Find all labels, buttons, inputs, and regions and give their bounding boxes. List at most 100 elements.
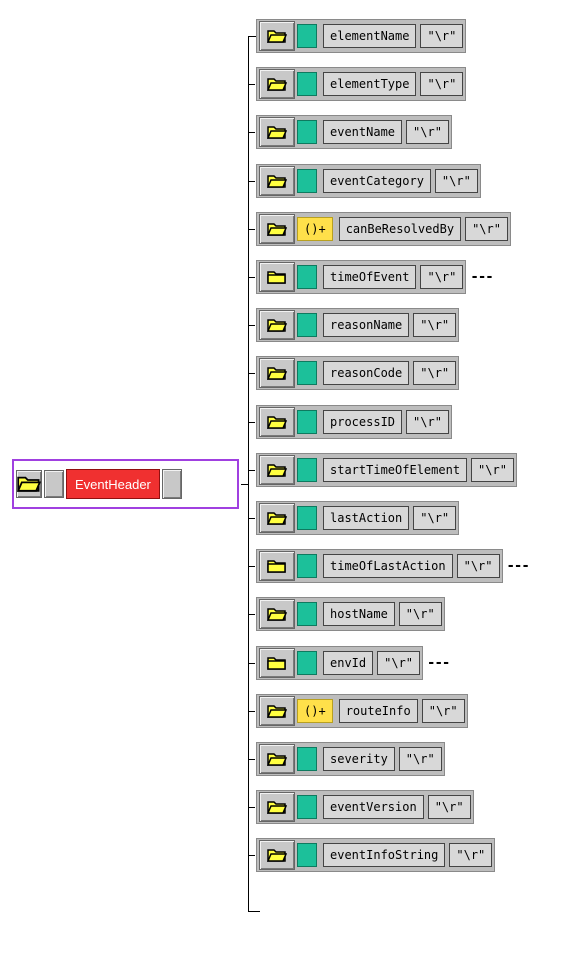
child-connector-line <box>249 422 255 423</box>
child-node-canberesolvedby[interactable]: ()+ canBeResolvedBy "\r" <box>256 212 511 246</box>
element-name-label[interactable]: severity <box>323 747 395 771</box>
child-node-eventcategory[interactable]: eventCategory "\r" <box>256 164 481 198</box>
element-value-label[interactable]: "\r" <box>471 458 514 482</box>
child-node-body: hostName "\r" <box>256 597 445 631</box>
child-node-body: timeOfLastAction "\r" <box>256 549 503 583</box>
element-name-label[interactable]: eventName <box>323 120 403 144</box>
child-node-body: processID "\r" <box>256 405 452 439</box>
child-node-lastaction[interactable]: lastAction "\r" <box>256 501 460 535</box>
element-value-label[interactable]: "\r" <box>421 699 465 723</box>
folder-icon[interactable] <box>259 358 295 388</box>
root-node-eventheader[interactable]: EventHeader <box>16 464 182 504</box>
sequence-marker <box>297 554 317 578</box>
element-name-label[interactable]: hostName <box>323 602 395 626</box>
element-name-label[interactable]: startTimeOfElement <box>323 458 468 482</box>
child-connector-line <box>249 325 255 326</box>
element-value-label[interactable]: "\r" <box>406 120 449 144</box>
folder-icon[interactable] <box>259 551 295 581</box>
element-value-label[interactable]: "\r" <box>456 554 500 578</box>
child-node-eventname[interactable]: eventName "\r" <box>256 115 452 149</box>
folder-icon[interactable] <box>259 696 295 726</box>
element-value-label[interactable]: "\r" <box>449 843 493 867</box>
element-name-label[interactable]: eventVersion <box>323 795 424 819</box>
collapsed-indicator[interactable]: --- <box>507 558 530 574</box>
element-value-label[interactable]: "\r" <box>420 72 464 96</box>
child-node-severity[interactable]: severity "\r" <box>256 742 445 776</box>
child-node-body: ()+ canBeResolvedBy "\r" <box>256 212 511 246</box>
child-connector-line <box>249 614 255 615</box>
element-value-label[interactable]: "\r" <box>420 24 464 48</box>
folder-icon[interactable] <box>259 744 295 774</box>
element-name-label[interactable]: processID <box>323 410 403 434</box>
element-name-label[interactable]: elementName <box>323 24 417 48</box>
folder-icon[interactable] <box>259 69 295 99</box>
child-node-hostname[interactable]: hostName "\r" <box>256 597 445 631</box>
element-name-label[interactable]: elementType <box>323 72 417 96</box>
folder-icon[interactable] <box>259 166 295 196</box>
folder-icon[interactable] <box>259 21 295 51</box>
element-value-label[interactable]: "\r" <box>398 747 442 771</box>
folder-icon[interactable] <box>259 310 295 340</box>
child-node-timeoflastaction[interactable]: timeOfLastAction "\r" --- <box>256 549 530 583</box>
child-node-eventversion[interactable]: eventVersion "\r" <box>256 790 474 824</box>
child-node-processid[interactable]: processID "\r" <box>256 405 452 439</box>
child-node-eventinfostring[interactable]: eventInfoString "\r" <box>256 838 496 872</box>
child-connector-line <box>249 229 255 230</box>
folder-icon[interactable] <box>259 792 295 822</box>
element-name-label[interactable]: reasonName <box>323 313 410 337</box>
element-value-label[interactable]: "\r" <box>413 361 457 385</box>
element-name-label[interactable]: eventCategory <box>323 169 431 193</box>
child-node-body: eventVersion "\r" <box>256 790 474 824</box>
tree-trunk-line <box>248 36 249 911</box>
element-name-label[interactable]: lastAction <box>323 506 410 530</box>
element-name-label[interactable]: reasonCode <box>323 361 410 385</box>
folder-icon[interactable] <box>259 599 295 629</box>
element-name-label[interactable]: eventInfoString <box>323 843 446 867</box>
element-value-label[interactable]: "\r" <box>465 217 508 241</box>
child-connector-line <box>249 132 255 133</box>
folder-icon[interactable] <box>16 470 42 498</box>
element-value-label[interactable]: "\r" <box>434 169 478 193</box>
folder-icon[interactable] <box>259 840 295 870</box>
collapsed-indicator[interactable]: --- <box>427 655 450 671</box>
folder-icon[interactable] <box>259 503 295 533</box>
root-expand-toggle[interactable] <box>161 469 182 499</box>
element-value-label[interactable]: "\r" <box>398 602 442 626</box>
child-node-reasoncode[interactable]: reasonCode "\r" <box>256 356 460 390</box>
sequence-marker <box>297 410 317 434</box>
element-name-label[interactable]: envId <box>323 651 374 675</box>
element-name-label[interactable]: canBeResolvedBy <box>338 217 462 241</box>
sequence-marker <box>297 747 317 771</box>
sequence-marker <box>297 602 317 626</box>
folder-icon[interactable] <box>259 262 295 292</box>
child-node-body: eventCategory "\r" <box>256 164 481 198</box>
child-node-routeinfo[interactable]: ()+ routeInfo "\r" <box>256 694 468 728</box>
child-node-elementname[interactable]: elementName "\r" <box>256 19 467 53</box>
folder-icon[interactable] <box>259 117 295 147</box>
child-node-body: startTimeOfElement "\r" <box>256 453 517 487</box>
element-name-label[interactable]: timeOfEvent <box>323 265 417 289</box>
child-node-envid[interactable]: envId "\r" --- <box>256 646 450 680</box>
child-connector-line <box>249 807 255 808</box>
folder-icon[interactable] <box>259 648 295 678</box>
folder-icon[interactable] <box>259 455 295 485</box>
child-connector-line <box>249 84 255 85</box>
element-name-label[interactable]: routeInfo <box>338 699 418 723</box>
folder-icon[interactable] <box>259 407 295 437</box>
element-value-label[interactable]: "\r" <box>377 651 421 675</box>
child-node-starttimeofelement[interactable]: startTimeOfElement "\r" <box>256 453 517 487</box>
collapsed-indicator[interactable]: --- <box>470 269 493 285</box>
child-node-body: envId "\r" <box>256 646 424 680</box>
element-value-label[interactable]: "\r" <box>406 410 449 434</box>
element-value-label[interactable]: "\r" <box>413 506 457 530</box>
child-node-reasonname[interactable]: reasonName "\r" <box>256 308 460 342</box>
folder-icon[interactable] <box>259 214 295 244</box>
child-connector-line <box>249 759 255 760</box>
root-sequence-toggle[interactable] <box>44 470 64 498</box>
element-value-label[interactable]: "\r" <box>413 313 457 337</box>
child-node-timeofevent[interactable]: timeOfEvent "\r" --- <box>256 260 494 294</box>
child-node-elementtype[interactable]: elementType "\r" <box>256 67 467 101</box>
element-value-label[interactable]: "\r" <box>420 265 464 289</box>
element-value-label[interactable]: "\r" <box>427 795 471 819</box>
element-name-label[interactable]: timeOfLastAction <box>323 554 453 578</box>
